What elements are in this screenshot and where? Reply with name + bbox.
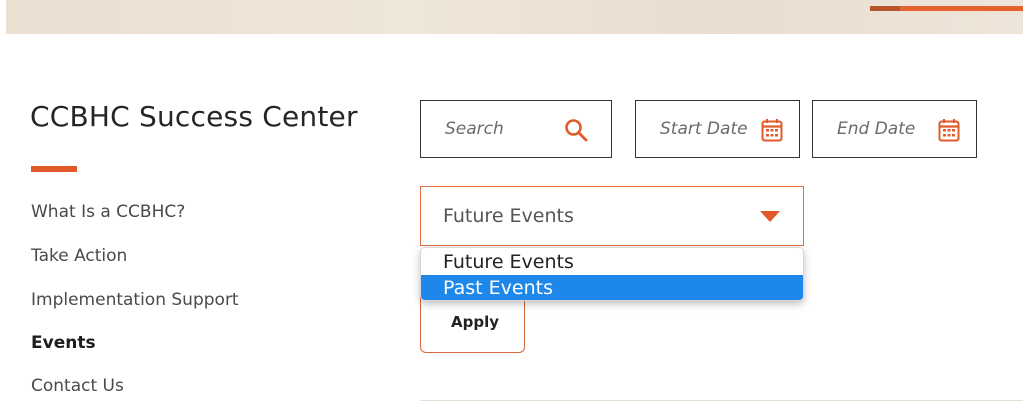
end-date-placeholder: End Date: [837, 119, 916, 139]
header-banner: [6, 0, 1023, 34]
content-divider: [420, 400, 1023, 401]
calendar-icon[interactable]: [761, 118, 783, 146]
calendar-icon[interactable]: [938, 118, 960, 146]
dropdown-option-future-events[interactable]: Future Events: [421, 249, 803, 275]
start-date-input[interactable]: Start Date: [635, 100, 800, 158]
search-input[interactable]: Search: [420, 100, 612, 158]
sidebar-title: CCBHC Success Center: [30, 100, 358, 133]
dropdown-option-past-events[interactable]: Past Events: [421, 275, 803, 300]
caret-down-icon[interactable]: [760, 211, 780, 222]
apply-button-label: Apply: [451, 313, 500, 331]
sidebar-item-contact-us[interactable]: Contact Us: [31, 376, 124, 396]
end-date-input[interactable]: End Date: [812, 100, 977, 158]
search-placeholder: Search: [445, 119, 504, 139]
sidebar-item-implementation-support[interactable]: Implementation Support: [31, 290, 239, 310]
sidebar-item-what-is-ccbhc[interactable]: What Is a CCBHC?: [31, 202, 185, 222]
banner-accent-bar: [870, 6, 1023, 11]
apply-button[interactable]: Apply: [420, 296, 525, 353]
event-type-selected-value: Future Events: [443, 205, 574, 227]
start-date-placeholder: Start Date: [660, 119, 748, 139]
event-type-select[interactable]: Future Events: [420, 186, 804, 246]
event-type-dropdown: Future Events Past Events: [420, 247, 804, 301]
sidebar-title-underline: [31, 166, 77, 172]
search-icon[interactable]: [563, 117, 589, 147]
sidebar-item-take-action[interactable]: Take Action: [31, 246, 127, 266]
sidebar-item-events[interactable]: Events: [31, 333, 96, 353]
